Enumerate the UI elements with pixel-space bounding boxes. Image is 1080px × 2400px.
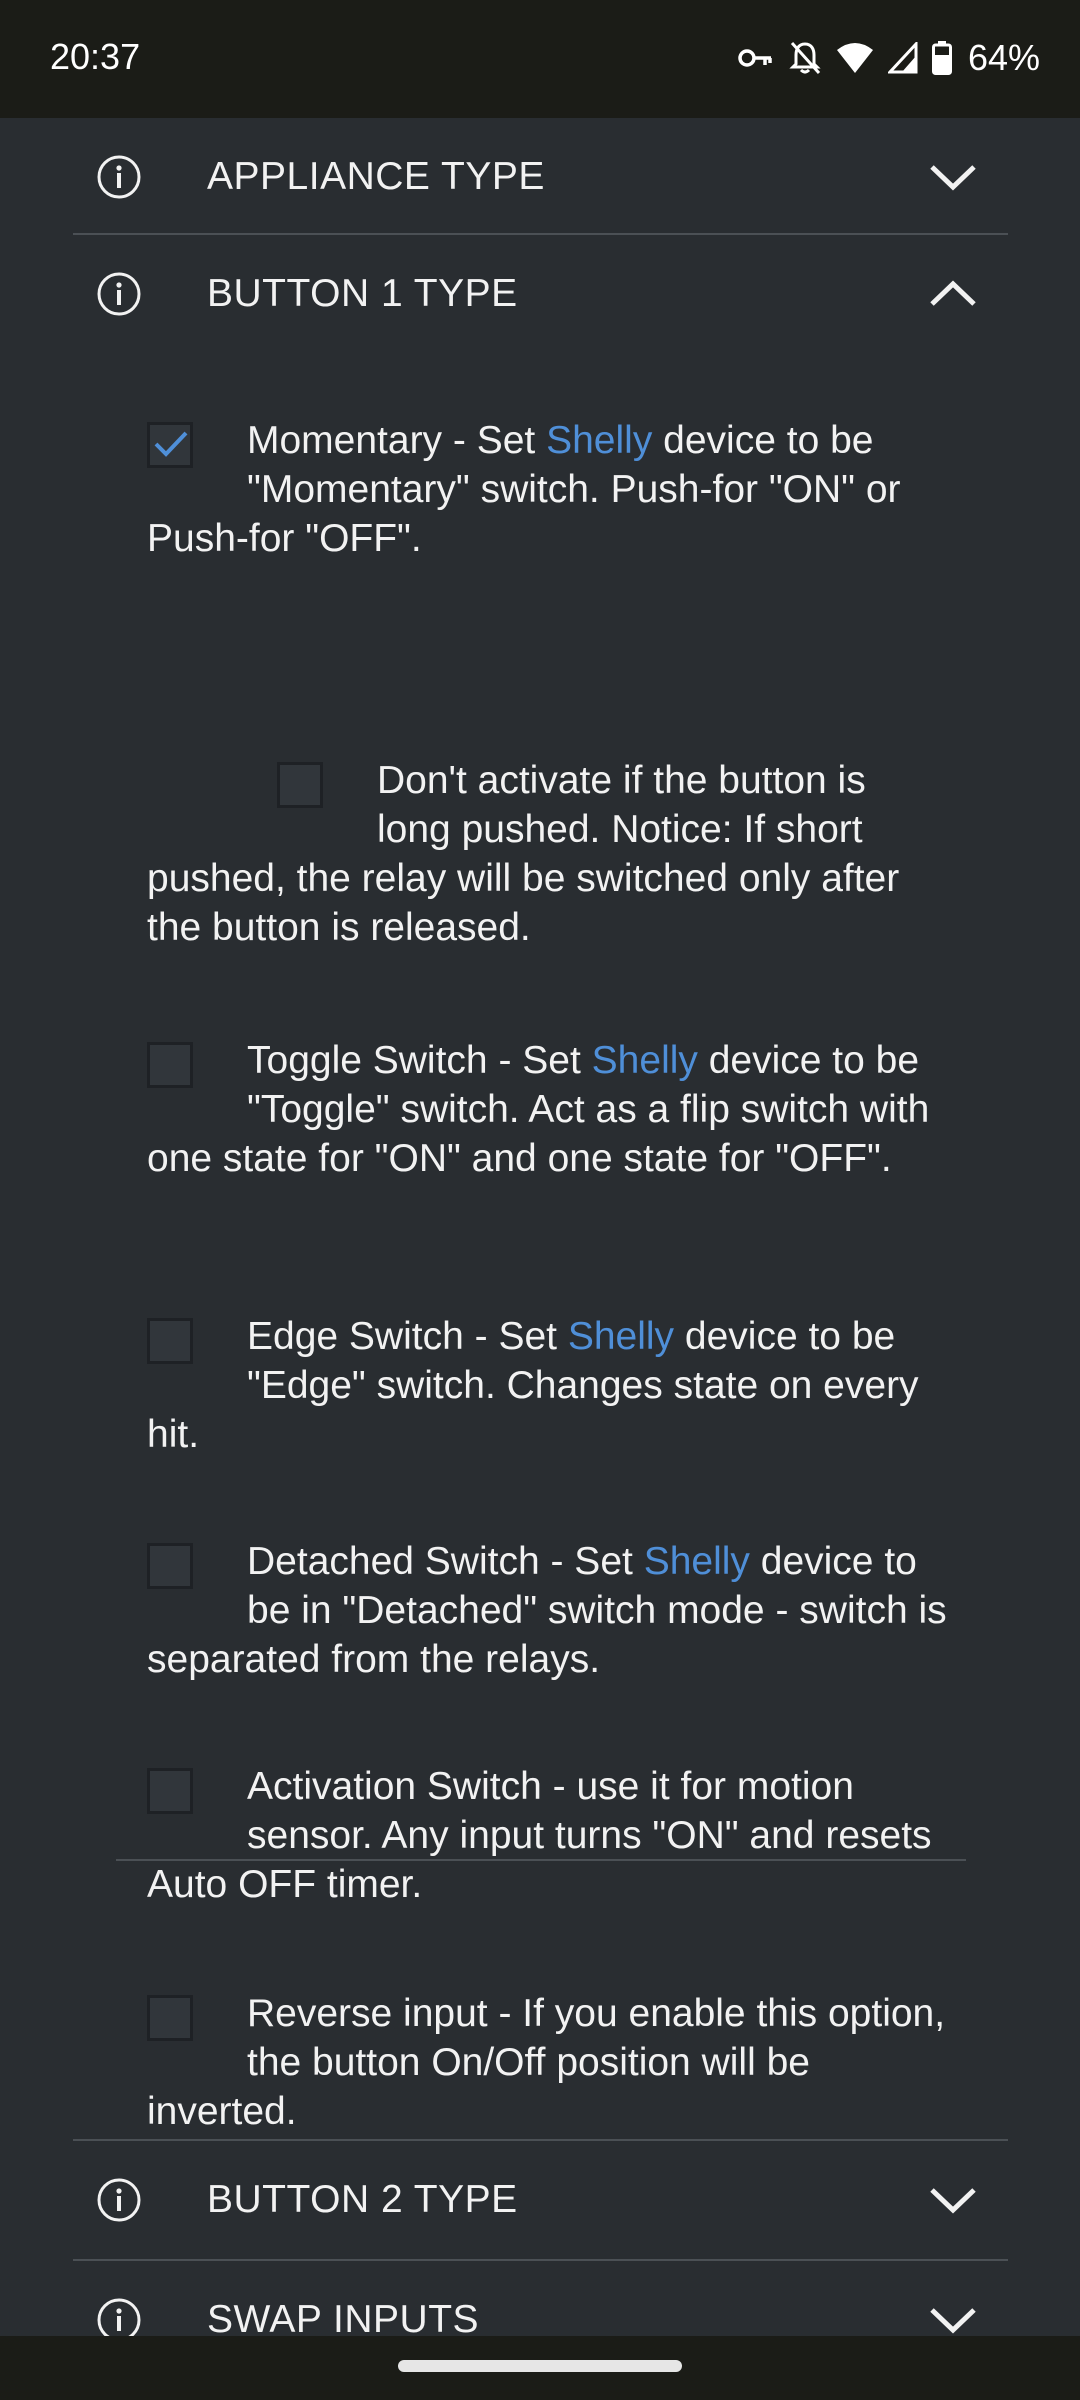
- option-detached-switch: Detached Switch - Set Shelly device to b…: [147, 1537, 947, 1684]
- chevron-down-icon[interactable]: [928, 2305, 978, 2335]
- option-edge-switch: Edge Switch - Set Shelly device to be "E…: [147, 1312, 947, 1459]
- status-bar: 20:37 64%: [0, 0, 1080, 118]
- section-button-1-type[interactable]: BUTTON 1 TYPE: [73, 235, 1008, 353]
- notifications-off-icon: [788, 40, 822, 76]
- option-label: Momentary - Set Shelly device to be "Mom…: [147, 416, 947, 563]
- chevron-down-icon[interactable]: [928, 162, 978, 192]
- status-time: 20:37: [50, 36, 141, 77]
- option-long-push: Don't activate if the button is long pus…: [147, 756, 947, 952]
- long-push-checkbox[interactable]: [277, 762, 323, 808]
- option-text-before: Momentary - Set: [247, 419, 547, 462]
- shelly-link[interactable]: Shelly: [546, 419, 652, 462]
- check-icon: [154, 431, 188, 457]
- option-label: Detached Switch - Set Shelly device to b…: [147, 1537, 947, 1684]
- shelly-link[interactable]: Shelly: [568, 1315, 674, 1358]
- option-text-before: Edge Switch - Set: [247, 1315, 568, 1358]
- option-toggle-switch: Toggle Switch - Set Shelly device to be …: [147, 1036, 947, 1183]
- option-label: Toggle Switch - Set Shelly device to be …: [147, 1036, 947, 1183]
- signal-icon: [887, 42, 918, 74]
- option-label: Don't activate if the button is long pus…: [147, 759, 900, 949]
- wifi-icon: [836, 42, 874, 74]
- section-title: SWAP INPUTS: [207, 2298, 480, 2336]
- info-icon[interactable]: [97, 272, 141, 316]
- option-label: Reverse input - If you enable this optio…: [147, 1992, 946, 2133]
- divider: [116, 1859, 966, 1861]
- edge-switch-checkbox[interactable]: [147, 1318, 193, 1364]
- vpn-key-icon: [738, 46, 774, 70]
- option-momentary: Momentary - Set Shelly device to be "Mom…: [147, 416, 947, 563]
- option-activation-switch: Activation Switch - use it for motion se…: [147, 1762, 947, 1909]
- activation-switch-checkbox[interactable]: [147, 1768, 193, 1814]
- option-label: Edge Switch - Set Shelly device to be "E…: [147, 1312, 947, 1459]
- detached-switch-checkbox[interactable]: [147, 1543, 193, 1589]
- info-icon[interactable]: [97, 2178, 141, 2222]
- chevron-up-icon[interactable]: [928, 279, 978, 309]
- section-button-2-type[interactable]: BUTTON 2 TYPE: [73, 2141, 1008, 2259]
- option-label: Activation Switch - use it for motion se…: [147, 1765, 932, 1906]
- section-title: APPLIANCE TYPE: [207, 155, 545, 198]
- navigation-bar: [0, 2336, 1080, 2400]
- section-swap-inputs[interactable]: SWAP INPUTS: [73, 2261, 1008, 2336]
- shelly-link[interactable]: Shelly: [592, 1039, 698, 1082]
- option-reverse-input: Reverse input - If you enable this optio…: [147, 1989, 947, 2136]
- status-icons: 64%: [738, 36, 1040, 80]
- option-text-before: Toggle Switch - Set: [247, 1039, 592, 1082]
- section-title: BUTTON 2 TYPE: [207, 2178, 518, 2221]
- home-gesture-handle[interactable]: [398, 2360, 682, 2372]
- chevron-down-icon[interactable]: [928, 2185, 978, 2215]
- battery-icon: [931, 41, 952, 75]
- section-appliance-type[interactable]: APPLIANCE TYPE: [73, 118, 1008, 236]
- option-text-before: Detached Switch - Set: [247, 1540, 644, 1583]
- reverse-input-checkbox[interactable]: [147, 1995, 193, 2041]
- info-icon[interactable]: [97, 2298, 141, 2336]
- battery-percentage: 64%: [967, 37, 1040, 78]
- section-title: BUTTON 1 TYPE: [207, 272, 518, 315]
- momentary-checkbox[interactable]: [147, 422, 193, 468]
- settings-content[interactable]: APPLIANCE TYPE BUTTON 1 TYPE Momentary -…: [0, 118, 1080, 2336]
- shelly-link[interactable]: Shelly: [644, 1540, 750, 1583]
- toggle-switch-checkbox[interactable]: [147, 1042, 193, 1088]
- info-icon[interactable]: [97, 155, 141, 199]
